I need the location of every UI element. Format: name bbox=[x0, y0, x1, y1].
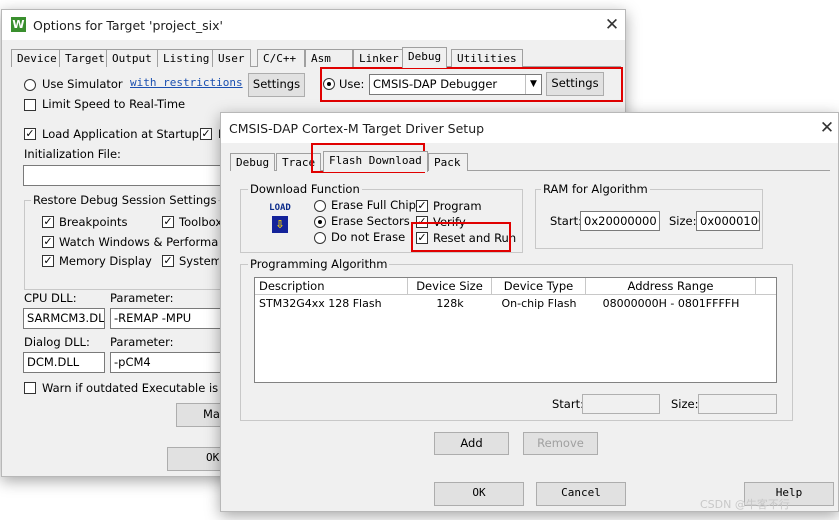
init-file-label: Initialization File: bbox=[24, 147, 121, 161]
row-description: STM32G4xx 128 Flash bbox=[259, 297, 382, 310]
algo-start-input[interactable] bbox=[582, 394, 660, 414]
table-row[interactable]: STM32G4xx 128 Flash 128k On-chip Flash 0… bbox=[255, 296, 776, 312]
algo-start-label: Start: bbox=[552, 397, 584, 411]
outer-titlebar: W Options for Target 'project_six' ✕ bbox=[2, 10, 625, 40]
do-not-erase-label: Do not Erase bbox=[331, 230, 406, 244]
use-simulator-radio[interactable] bbox=[24, 79, 36, 91]
warn-outdated-label: Warn if outdated Executable is loaded bbox=[42, 381, 222, 395]
warn-outdated-checkbox[interactable] bbox=[24, 382, 36, 394]
tab-device[interactable]: Device bbox=[11, 49, 63, 67]
ok-button[interactable]: OK bbox=[434, 482, 524, 506]
erase-full-chip-label: Erase Full Chip bbox=[331, 198, 416, 212]
program-checkbox[interactable]: ✓ bbox=[416, 200, 428, 212]
cancel-button[interactable]: Cancel bbox=[536, 482, 626, 506]
load-app-label: Load Application at Startup bbox=[42, 127, 200, 141]
col-address-range[interactable]: Address Range bbox=[586, 278, 756, 295]
erase-sectors-radio[interactable] bbox=[314, 216, 326, 228]
col-device-type[interactable]: Device Type bbox=[492, 278, 586, 295]
erase-full-chip-radio[interactable] bbox=[314, 200, 326, 212]
row-device-size: 128k bbox=[436, 297, 464, 310]
breakpoints-label: Breakpoints bbox=[59, 215, 128, 229]
tab-linker[interactable]: Linker bbox=[353, 49, 405, 67]
ram-start-label: Start: bbox=[550, 214, 582, 228]
memory-display-checkbox[interactable]: ✓ bbox=[42, 255, 54, 267]
col-description[interactable]: Description bbox=[255, 278, 408, 295]
row-address-range: 08000000H - 0801FFFFH bbox=[602, 297, 740, 310]
inner-titlebar: CMSIS-DAP Cortex-M Target Driver Setup ✕ bbox=[221, 113, 838, 143]
restore-debug-group-label: Restore Debug Session Settings bbox=[31, 193, 219, 207]
algorithm-table[interactable]: Description Device Size Device Type Addr… bbox=[254, 277, 777, 383]
col-filler bbox=[756, 278, 776, 295]
load-icon: LOAD ⇩ bbox=[264, 203, 296, 235]
download-function-label: Download Function bbox=[248, 182, 362, 196]
close-icon[interactable]: ✕ bbox=[602, 15, 622, 35]
cpu-param-input[interactable]: -REMAP -MPU bbox=[110, 308, 230, 329]
algo-size-input[interactable] bbox=[698, 394, 777, 414]
with-restrictions-link[interactable]: with restrictions bbox=[130, 76, 243, 89]
cpu-dll-label: CPU DLL: bbox=[24, 291, 77, 305]
tab-listing[interactable]: Listing bbox=[157, 49, 216, 67]
limit-speed-label: Limit Speed to Real-Time bbox=[42, 97, 186, 111]
cpu-param-label: Parameter: bbox=[110, 291, 174, 305]
inner-window-title: CMSIS-DAP Cortex-M Target Driver Setup bbox=[229, 121, 485, 136]
add-button[interactable]: Add bbox=[434, 432, 509, 455]
run-to-main-checkbox[interactable]: ✓ bbox=[200, 128, 212, 140]
algo-size-label: Size: bbox=[671, 397, 699, 411]
cmsis-dap-setup-dialog: CMSIS-DAP Cortex-M Target Driver Setup ✕… bbox=[220, 112, 839, 512]
watch-windows-label: Watch Windows & Performance Analyzer bbox=[59, 235, 219, 249]
tab-pack[interactable]: Pack bbox=[428, 153, 468, 171]
dialog-param-input[interactable]: -pCM4 bbox=[110, 352, 230, 373]
ram-size-label: Size: bbox=[669, 214, 697, 228]
limit-speed-checkbox[interactable] bbox=[24, 99, 36, 111]
use-simulator-label: Use Simulator bbox=[42, 77, 123, 91]
cpu-dll-input[interactable]: SARMCM3.DLL bbox=[23, 308, 105, 329]
tab-debug[interactable]: Debug bbox=[230, 153, 276, 171]
ram-size-input[interactable]: 0x00001000 bbox=[696, 211, 760, 231]
watch-windows-checkbox[interactable]: ✓ bbox=[42, 236, 54, 248]
outer-tab-strip: Device Target Output Listing User C/C++ … bbox=[11, 47, 621, 68]
highlight-reset-and-run bbox=[411, 222, 511, 252]
tab-debug[interactable]: Debug bbox=[402, 47, 448, 68]
remove-button[interactable]: Remove bbox=[523, 432, 598, 455]
watermark: CSDN @牛客不行 bbox=[700, 498, 790, 511]
tab-c-cpp[interactable]: C/C++ bbox=[257, 49, 305, 67]
keil-app-icon: W bbox=[11, 17, 26, 32]
dialog-dll-input[interactable]: DCM.DLL bbox=[23, 352, 105, 373]
tab-asm[interactable]: Asm bbox=[305, 49, 353, 67]
load-icon-arrow: ⇩ bbox=[272, 216, 288, 233]
programming-algorithm-label: Programming Algorithm bbox=[248, 257, 390, 271]
row-device-type: On-chip Flash bbox=[501, 297, 577, 310]
tab-flash-download[interactable]: Flash Download bbox=[323, 151, 428, 172]
close-icon[interactable]: ✕ bbox=[817, 118, 837, 138]
simulator-settings-button[interactable]: Settings bbox=[248, 73, 305, 97]
toolbox-label: Toolbox bbox=[179, 215, 223, 229]
highlight-debugger bbox=[320, 67, 623, 102]
load-app-checkbox[interactable]: ✓ bbox=[24, 128, 36, 140]
dialog-param-label: Parameter: bbox=[110, 335, 174, 349]
erase-sectors-label: Erase Sectors bbox=[331, 214, 410, 228]
tab-output[interactable]: Output bbox=[106, 49, 158, 67]
breakpoints-checkbox[interactable]: ✓ bbox=[42, 216, 54, 228]
tab-user[interactable]: User bbox=[212, 49, 251, 67]
init-file-input[interactable] bbox=[23, 165, 233, 186]
program-label: Program bbox=[433, 199, 482, 213]
tab-utilities[interactable]: Utilities bbox=[451, 49, 523, 67]
ram-start-input[interactable]: 0x20000000 bbox=[580, 211, 660, 231]
toolbox-checkbox[interactable]: ✓ bbox=[162, 216, 174, 228]
outer-window-title: Options for Target 'project_six' bbox=[33, 18, 223, 33]
system-viewer-label: System Viewer bbox=[179, 254, 219, 268]
dialog-dll-label: Dialog DLL: bbox=[24, 335, 90, 349]
ram-algorithm-label: RAM for Algorithm bbox=[541, 182, 650, 196]
load-icon-text: LOAD bbox=[269, 203, 291, 213]
system-viewer-checkbox[interactable]: ✓ bbox=[162, 255, 174, 267]
tab-target[interactable]: Target bbox=[59, 49, 111, 67]
col-device-size[interactable]: Device Size bbox=[408, 278, 492, 295]
memory-display-label: Memory Display bbox=[59, 254, 152, 268]
do-not-erase-radio[interactable] bbox=[314, 232, 326, 244]
